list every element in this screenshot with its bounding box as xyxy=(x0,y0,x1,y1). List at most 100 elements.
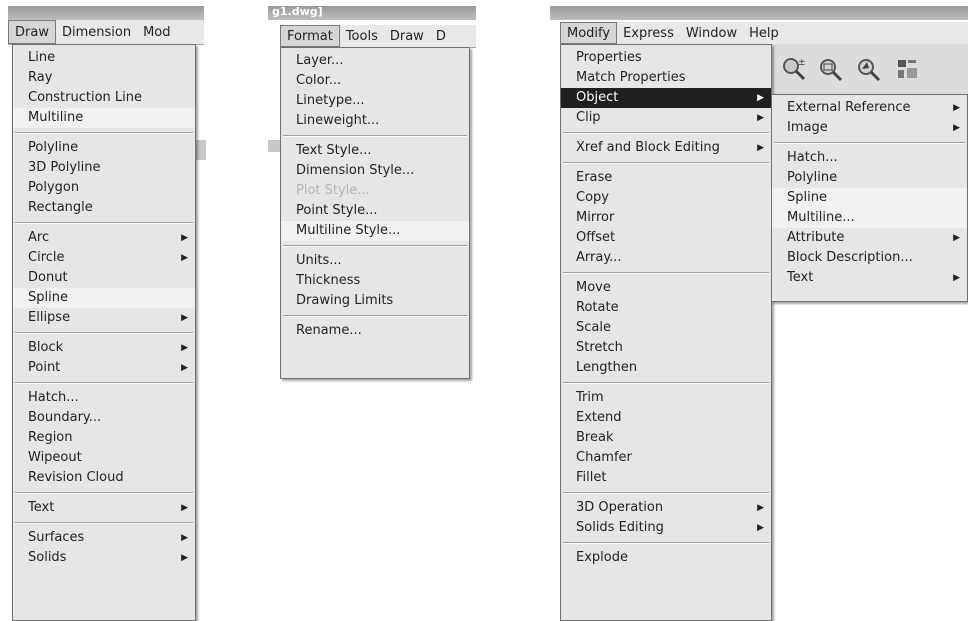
menu-dimension[interactable]: Dimension xyxy=(56,20,137,44)
menu-help[interactable]: Help xyxy=(743,22,785,44)
menu-item-label: Solids Editing xyxy=(576,520,664,535)
menu-item-xref-block-editing[interactable]: Xref and Block Editing ▶ xyxy=(561,138,771,158)
menu-item-extend[interactable]: Extend xyxy=(561,408,771,428)
menu-item-lineweight[interactable]: Lineweight... xyxy=(281,111,469,131)
menu-item-stretch[interactable]: Stretch xyxy=(561,338,771,358)
menu-item-ellipse[interactable]: Ellipse ▶ xyxy=(13,308,195,328)
properties-toolbar-icon[interactable] xyxy=(895,56,921,82)
menu-item-match-properties[interactable]: Match Properties xyxy=(561,68,771,88)
menu-item-copy[interactable]: Copy xyxy=(561,188,771,208)
menu-item-array[interactable]: Array... xyxy=(561,248,771,268)
submenu-item-hatch[interactable]: Hatch... xyxy=(772,148,967,168)
submenu-item-external-reference[interactable]: External Reference ▶ xyxy=(772,98,967,118)
menu-item-label: Surfaces xyxy=(28,530,85,545)
menu-item-rotate[interactable]: Rotate xyxy=(561,298,771,318)
middle-menubar: Format Tools Draw D xyxy=(280,25,476,48)
menu-item-spline[interactable]: Spline xyxy=(13,288,195,308)
submenu-arrow-icon: ▶ xyxy=(953,103,960,113)
menu-item-explode[interactable]: Explode xyxy=(561,548,771,568)
menu-item-rectangle[interactable]: Rectangle xyxy=(13,198,195,218)
menu-item-text[interactable]: Text ▶ xyxy=(13,498,195,518)
menu-item-text-style[interactable]: Text Style... xyxy=(281,141,469,161)
menu-item-circle[interactable]: Circle ▶ xyxy=(13,248,195,268)
submenu-item-image[interactable]: Image ▶ xyxy=(772,118,967,138)
submenu-arrow-icon: ▶ xyxy=(181,313,188,323)
submenu-arrow-icon: ▶ xyxy=(181,533,188,543)
menu-item-multiline[interactable]: Multiline xyxy=(13,108,195,128)
menu-separator xyxy=(563,382,769,384)
menu-item-mirror[interactable]: Mirror xyxy=(561,208,771,228)
submenu-item-block-description[interactable]: Block Description... xyxy=(772,248,967,268)
menu-item-region[interactable]: Region xyxy=(13,428,195,448)
menu-separator xyxy=(563,542,769,544)
menu-item-units[interactable]: Units... xyxy=(281,251,469,271)
menu-item-fillet[interactable]: Fillet xyxy=(561,468,771,488)
menu-item-surfaces[interactable]: Surfaces ▶ xyxy=(13,528,195,548)
menu-draw[interactable]: Draw xyxy=(384,25,430,47)
menu-item-multiline-style[interactable]: Multiline Style... xyxy=(281,221,469,241)
menu-item-wipeout[interactable]: Wipeout xyxy=(13,448,195,468)
menu-item-boundary[interactable]: Boundary... xyxy=(13,408,195,428)
menu-item-dimension-style[interactable]: Dimension Style... xyxy=(281,161,469,181)
menu-item-3d-operation[interactable]: 3D Operation ▶ xyxy=(561,498,771,518)
menu-item-object[interactable]: Object ▶ xyxy=(561,88,771,108)
menu-item-solids-editing[interactable]: Solids Editing ▶ xyxy=(561,518,771,538)
menu-item-solids[interactable]: Solids ▶ xyxy=(13,548,195,568)
menu-item-line[interactable]: Line xyxy=(13,48,195,68)
menu-item-construction-line[interactable]: Construction Line xyxy=(13,88,195,108)
menu-item-break[interactable]: Break xyxy=(561,428,771,448)
menu-item-block[interactable]: Block ▶ xyxy=(13,338,195,358)
menu-item-offset[interactable]: Offset xyxy=(561,228,771,248)
menu-modify[interactable]: Modify xyxy=(560,22,618,44)
zoom-previous-icon[interactable] xyxy=(855,56,881,82)
menu-item-drawing-limits[interactable]: Drawing Limits xyxy=(281,291,469,311)
menu-draw[interactable]: Draw xyxy=(8,20,56,44)
menu-item-properties[interactable]: Properties xyxy=(561,48,771,68)
menu-item-polygon[interactable]: Polygon xyxy=(13,178,195,198)
menu-item-thickness[interactable]: Thickness xyxy=(281,271,469,291)
menu-window[interactable]: Window xyxy=(680,22,743,44)
menu-item-linetype[interactable]: Linetype... xyxy=(281,91,469,111)
menu-express[interactable]: Express xyxy=(617,22,680,44)
menu-item-chamfer[interactable]: Chamfer xyxy=(561,448,771,468)
menu-item-clip[interactable]: Clip ▶ xyxy=(561,108,771,128)
menu-item-donut[interactable]: Donut xyxy=(13,268,195,288)
menu-item-label: Text xyxy=(787,270,814,285)
menu-item-revision-cloud[interactable]: Revision Cloud xyxy=(13,468,195,488)
format-menu: Layer... Color... Linetype... Lineweight… xyxy=(280,47,470,379)
menu-modify-partial[interactable]: Mod xyxy=(137,20,176,44)
submenu-item-polyline[interactable]: Polyline xyxy=(772,168,967,188)
menu-item-arc[interactable]: Arc ▶ xyxy=(13,228,195,248)
menu-item-rename[interactable]: Rename... xyxy=(281,321,469,341)
submenu-item-text[interactable]: Text ▶ xyxy=(772,268,967,288)
menu-item-polyline[interactable]: Polyline xyxy=(13,138,195,158)
menu-item-erase[interactable]: Erase xyxy=(561,168,771,188)
menu-item-label: Clip xyxy=(576,110,601,125)
menu-format[interactable]: Format xyxy=(280,25,340,47)
zoom-realtime-icon[interactable]: ± xyxy=(781,56,807,82)
menu-separator xyxy=(15,332,193,334)
menu-item-move[interactable]: Move xyxy=(561,278,771,298)
menu-item-plot-style: Plot Style... xyxy=(296,183,370,198)
menu-item-label: Arc xyxy=(28,230,50,245)
menu-item-color[interactable]: Color... xyxy=(281,71,469,91)
menu-item-label: Block xyxy=(28,340,64,355)
submenu-item-spline[interactable]: Spline xyxy=(772,188,967,208)
zoom-window-icon[interactable] xyxy=(817,56,843,82)
menu-separator xyxy=(15,222,193,224)
menu-item-ray[interactable]: Ray xyxy=(13,68,195,88)
menu-item-hatch[interactable]: Hatch... xyxy=(13,388,195,408)
submenu-item-multiline[interactable]: Multiline... xyxy=(772,208,967,228)
menu-item-3d-polyline[interactable]: 3D Polyline xyxy=(13,158,195,178)
menu-item-point[interactable]: Point ▶ xyxy=(13,358,195,378)
menu-dimension-partial[interactable]: D xyxy=(430,25,452,47)
menu-item-scale[interactable]: Scale xyxy=(561,318,771,338)
menu-item-layer[interactable]: Layer... xyxy=(281,51,469,71)
menu-item-point-style[interactable]: Point Style... xyxy=(281,201,469,221)
submenu-arrow-icon: ▶ xyxy=(953,123,960,133)
menu-item-lengthen[interactable]: Lengthen xyxy=(561,358,771,378)
menu-item-trim[interactable]: Trim xyxy=(561,388,771,408)
right-window: Modify Express Window Help ± Properties xyxy=(545,0,968,621)
menu-tools[interactable]: Tools xyxy=(340,25,384,47)
submenu-item-attribute[interactable]: Attribute ▶ xyxy=(772,228,967,248)
